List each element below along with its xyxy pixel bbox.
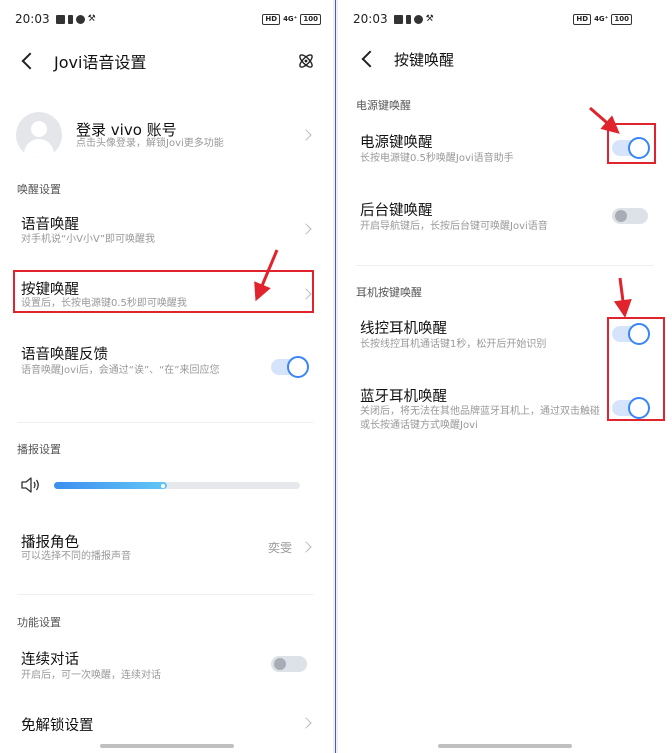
page-title: Jovi语音设置 [54, 53, 147, 72]
annotation-box [607, 123, 656, 164]
hd-icon: HD [262, 13, 281, 25]
voice-wake-subtitle: 对手机说“小V小V”即可唤醒我 [21, 234, 156, 245]
wake-feedback-title[interactable]: 语音唤醒反馈 [21, 343, 108, 364]
login-subtitle: 点击头像登录，解锁Jovi更多功能 [76, 138, 224, 149]
network-signal-icon: 4G⁺ [594, 15, 609, 23]
message-icon [75, 14, 85, 24]
title-bar: Jovi语音设置 [0, 44, 333, 78]
role-title[interactable]: 播报角色 [21, 531, 79, 552]
divider [17, 594, 313, 595]
wake-feedback-subtitle: 语音唤醒Jovi后，会通过“诶”、“在”来回应您 [21, 365, 220, 376]
chevron-right-icon [300, 717, 312, 729]
status-icons: ⚒ [55, 13, 96, 24]
power-wake-subtitle: 长按电源键0.5秒唤醒Jovi语音助手 [360, 153, 514, 164]
continuous-toggle[interactable] [271, 656, 307, 672]
hd-icon: HD [573, 13, 592, 25]
usb-icon [67, 14, 73, 24]
status-icons: ⚒ [393, 13, 434, 24]
status-time: 20:03 [353, 12, 388, 26]
usb-icon [405, 14, 411, 24]
chevron-right-icon [300, 541, 312, 553]
divider [17, 422, 313, 423]
chevron-right-icon [300, 223, 312, 235]
annotation-box [607, 317, 665, 421]
back-key-wake-toggle[interactable] [612, 208, 648, 224]
message-icon [413, 14, 423, 24]
atom-icon[interactable] [297, 52, 315, 70]
back-key-wake-title[interactable]: 后台键唤醒 [360, 199, 433, 220]
role-subtitle: 可以选择不同的播报声音 [21, 551, 131, 562]
section-earphone: 耳机按键唤醒 [356, 286, 422, 299]
volume-slider[interactable] [54, 482, 300, 489]
voice-wake-title[interactable]: 语音唤醒 [21, 213, 79, 234]
back-key-wake-subtitle: 开启导航键后，长按后台键可唤醒Jovi语音 [360, 221, 548, 232]
nav-handle[interactable] [100, 744, 234, 748]
notification-icon [55, 14, 65, 24]
bt-wake-title[interactable]: 蓝牙耳机唤醒 [360, 385, 447, 406]
page-title: 按键唤醒 [394, 50, 455, 69]
tools-icon: ⚒ [87, 13, 96, 24]
wired-wake-subtitle: 长按线控耳机通话键1秒，松开后开始识别 [360, 339, 547, 350]
network-signal-icon: 4G⁺ [283, 15, 298, 23]
title-bar: 按键唤醒 [338, 42, 672, 76]
status-right: HD 4G⁺ 100 [573, 13, 632, 25]
status-bar: 20:03 ⚒ HD 4G⁺ 100 [353, 9, 660, 29]
notification-icon [393, 14, 403, 24]
section-broadcast: 播报设置 [17, 443, 61, 456]
right-screen: 20:03 ⚒ HD 4G⁺ 100 按键唤醒 电源键唤醒 电源键唤醒 长按电源… [338, 0, 672, 753]
battery-icon: 100 [300, 13, 321, 25]
section-power: 电源键唤醒 [356, 99, 411, 112]
status-bar: 20:03 ⚒ HD 4G⁺ 100 [15, 9, 321, 29]
volume-icon [21, 477, 39, 493]
chevron-right-icon [300, 129, 312, 141]
annotation-box [13, 270, 314, 313]
wired-wake-title[interactable]: 线控耳机唤醒 [360, 317, 447, 338]
back-arrow-icon[interactable] [358, 50, 376, 68]
continuous-title[interactable]: 连续对话 [21, 648, 79, 669]
divider [356, 265, 654, 266]
avatar-icon[interactable] [16, 112, 62, 158]
section-wake: 唤醒设置 [17, 183, 61, 196]
tools-icon: ⚒ [425, 13, 434, 24]
role-value: 奕雯 [268, 541, 293, 555]
nav-handle[interactable] [438, 744, 572, 748]
unlock-free-title[interactable]: 免解锁设置 [21, 714, 94, 735]
battery-icon: 100 [611, 13, 632, 25]
section-feature: 功能设置 [17, 616, 61, 629]
power-wake-title[interactable]: 电源键唤醒 [360, 131, 433, 152]
status-time: 20:03 [15, 12, 50, 26]
status-right: HD 4G⁺ 100 [262, 13, 321, 25]
wake-feedback-toggle[interactable] [271, 356, 309, 378]
left-screen: 20:03 ⚒ HD 4G⁺ 100 Jovi语音设置 登录 vivo 账号 点… [0, 0, 333, 753]
bt-wake-subtitle: 关闭后，将无法在其他品牌蓝牙耳机上，通过双击触碰或长按通话键方式唤醒Jovi [360, 406, 600, 431]
back-arrow-icon[interactable] [18, 52, 36, 70]
continuous-subtitle: 开启后，可一次唤醒，连续对话 [21, 670, 161, 681]
